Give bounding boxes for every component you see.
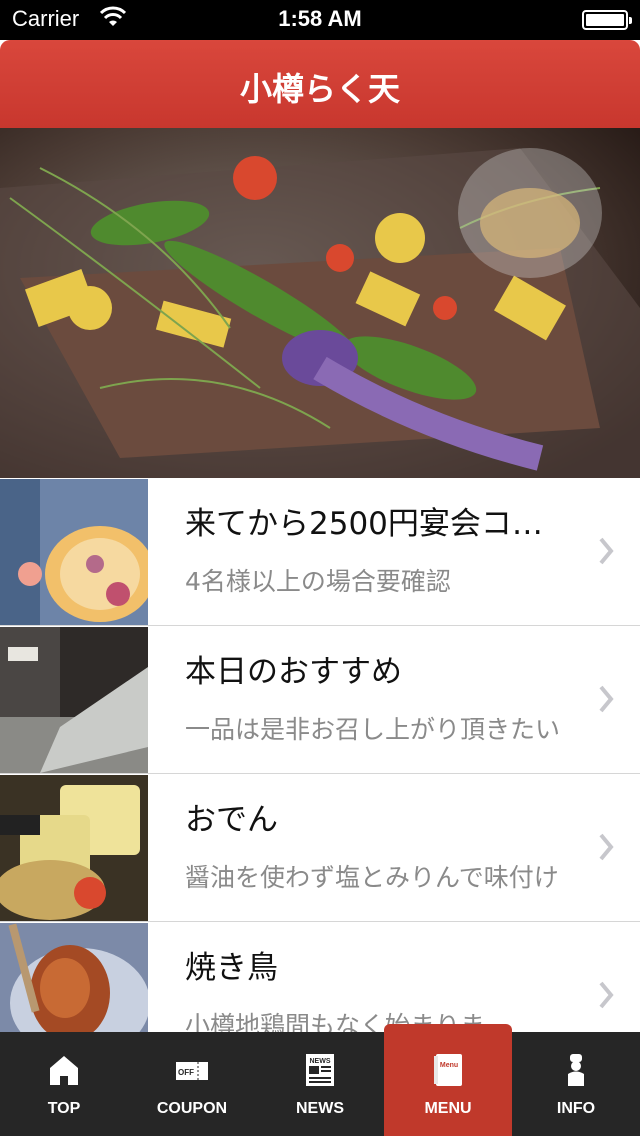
list-item-title: 来てから2500円宴会コ… — [185, 506, 543, 542]
list-item-thumbnail — [0, 775, 148, 921]
tab-top[interactable]: TOP — [0, 1032, 128, 1136]
tab-coupon[interactable]: OFF COUPON — [128, 1032, 256, 1136]
tab-news[interactable]: NEWS NEWS — [256, 1032, 384, 1136]
status-bar: Carrier 1:58 AM — [0, 0, 640, 40]
tab-label: MENU — [424, 1100, 472, 1117]
tab-bar: TOP OFF COUPON NEWS NEWS Menu MENU INFO — [0, 1024, 640, 1136]
list-item-thumbnail — [0, 627, 148, 773]
chevron-right-icon — [599, 981, 614, 1009]
tab-menu[interactable]: Menu MENU — [384, 1024, 512, 1136]
list-item-title: おでん — [185, 802, 278, 838]
tab-info[interactable]: INFO — [512, 1032, 640, 1136]
news-icon: NEWS — [306, 1054, 334, 1086]
coupon-icon-text: OFF — [178, 1068, 194, 1077]
clock: 1:58 AM — [278, 6, 362, 31]
list-item[interactable]: おでん 醤油を使わず塩とみりんで味付け — [0, 774, 640, 922]
coupon-icon: OFF — [176, 1062, 208, 1080]
list-item-title: 焼き鳥 — [185, 950, 278, 986]
list-item[interactable]: 本日のおすすめ 一品は是非お召し上がり頂きたい — [0, 626, 640, 774]
menu-list: 来てから2500円宴会コ… 4名様以上の場合要確認 本日のおすすめ 一品は是非お… — [0, 478, 640, 1032]
chevron-right-icon — [599, 833, 614, 861]
list-item-subtitle: 4名様以上の場合要確認 — [185, 567, 451, 596]
list-item-thumbnail — [0, 923, 148, 1032]
menu-icon-text: Menu — [440, 1062, 458, 1069]
list-item-thumbnail — [0, 479, 148, 625]
home-icon — [50, 1056, 78, 1085]
menu-book-icon: Menu — [434, 1054, 462, 1086]
news-icon-text: NEWS — [310, 1058, 331, 1065]
list-item-title: 本日のおすすめ — [185, 654, 402, 690]
chevron-right-icon — [599, 537, 614, 565]
navigation-bar: 小樽らく天 — [0, 40, 640, 128]
tab-label: NEWS — [296, 1100, 344, 1117]
battery-icon — [582, 10, 632, 30]
page-title: 小樽らく天 — [239, 70, 400, 108]
tab-label: TOP — [47, 1100, 81, 1117]
tab-label: COUPON — [156, 1100, 228, 1117]
list-item-subtitle: 醤油を使わず塩とみりんで味付け — [185, 863, 559, 892]
chevron-right-icon — [599, 685, 614, 713]
tab-label: INFO — [556, 1100, 596, 1117]
chef-icon — [568, 1054, 584, 1086]
list-item[interactable]: 焼き鳥 小樽地鶏間もなく始まりま — [0, 922, 640, 1032]
hero-food-photo — [0, 128, 640, 478]
list-item-subtitle: 一品は是非お召し上がり頂きたい — [185, 715, 561, 744]
list-item[interactable]: 来てから2500円宴会コ… 4名様以上の場合要確認 — [0, 478, 640, 626]
